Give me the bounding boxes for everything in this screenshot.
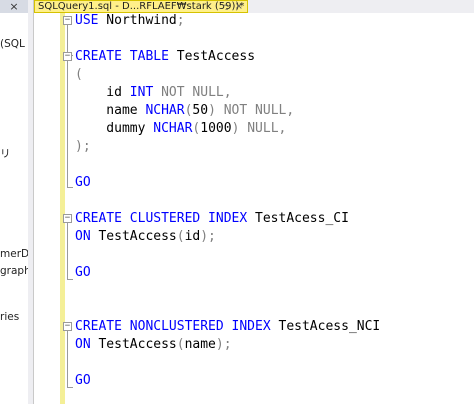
code-token: GO <box>75 373 91 388</box>
code-token: ( <box>176 229 185 244</box>
code-token: CREATE TABLE <box>75 49 169 64</box>
code-line[interactable]: USE Northwind; <box>75 12 185 30</box>
code-token: NOT NULL, <box>161 85 232 100</box>
outline-line <box>67 223 68 279</box>
code-line[interactable]: ( <box>75 66 83 84</box>
code-token: ( <box>75 67 83 82</box>
panel-close-icon[interactable]: × <box>0 0 28 13</box>
code-line[interactable]: CREATE NONCLUSTERED INDEX TestAcess_NCI <box>75 318 380 336</box>
collapse-icon[interactable]: − <box>63 214 72 223</box>
code-line[interactable]: GO <box>75 264 91 282</box>
code-token: GO <box>75 265 91 280</box>
close-tab-icon[interactable]: × <box>235 1 243 12</box>
code-token: id <box>184 229 201 244</box>
code-line[interactable]: ); <box>75 138 91 156</box>
code-token: NULL, <box>247 121 287 136</box>
tab-title: SQLQuery1.sql - D...RFLAEF₩stark (59))* <box>38 1 245 12</box>
code-line[interactable]: CREATE TABLE TestAccess <box>75 48 255 66</box>
code-line[interactable]: name NCHAR(50) NOT NULL, <box>75 102 294 120</box>
code-token: GO <box>75 175 91 190</box>
code-line[interactable]: ON TestAccess(id); <box>75 228 216 246</box>
code-token: TestAcess_NCI <box>270 319 381 334</box>
tree-item[interactable]: merDe <box>0 248 28 260</box>
code-token: Northwind <box>98 13 177 28</box>
code-line[interactable]: CREATE CLUSTERED INDEX TestAcess_CI <box>75 210 349 228</box>
code-token: ( <box>176 337 185 352</box>
code-line[interactable]: ON TestAccess(name); <box>75 336 232 354</box>
tree-item[interactable]: graph <box>0 265 28 277</box>
code-line[interactable]: dummy NCHAR(1000) NULL, <box>75 120 286 138</box>
code-token: INT <box>129 85 154 100</box>
code-token: CREATE NONCLUSTERED INDEX <box>75 319 271 334</box>
collapse-icon[interactable]: − <box>63 322 72 331</box>
code-token: USE <box>75 13 99 28</box>
code-token: name <box>75 103 146 118</box>
tree-item[interactable]: リ <box>0 146 11 161</box>
code-token: ); <box>75 139 91 154</box>
code-line[interactable]: GO <box>75 174 91 192</box>
code-token: TestAccess <box>90 229 177 244</box>
outline-end <box>67 187 73 188</box>
code-token: ON <box>75 337 91 352</box>
code-token: TestAcess_CI <box>247 211 349 226</box>
outline-line <box>67 331 68 387</box>
code-token: NOT NULL, <box>223 103 295 118</box>
pin-icon[interactable]: −̱ <box>221 1 229 12</box>
outline-line <box>67 61 68 187</box>
code-token: id <box>75 85 130 100</box>
code-token: dummy <box>75 121 154 136</box>
code-token: ; <box>176 13 185 28</box>
code-line[interactable]: id INT NOT NULL, <box>75 84 232 102</box>
code-token: ); <box>215 337 232 352</box>
outline-end <box>67 387 73 388</box>
outline-end <box>67 279 73 280</box>
object-explorer-panel: × (SQL リ merDe graph ries <box>0 0 29 404</box>
code-token: 1000 <box>200 121 232 136</box>
code-token: NCHAR <box>145 103 185 118</box>
tree-item[interactable]: ries <box>0 311 19 323</box>
code-token: ) <box>208 103 216 118</box>
code-token: name <box>184 337 216 352</box>
collapse-icon[interactable]: − <box>63 52 72 61</box>
code-token: ); <box>200 229 216 244</box>
tree-item[interactable]: (SQL <box>0 38 25 50</box>
code-token: 50 <box>192 103 209 118</box>
code-token: TestAccess <box>168 49 256 64</box>
collapse-icon[interactable]: − <box>63 16 72 25</box>
code-token: NCHAR <box>153 121 193 136</box>
code-token: CREATE CLUSTERED INDEX <box>75 211 248 226</box>
change-tracking-bar <box>60 13 65 404</box>
code-token: TestAccess <box>90 337 177 352</box>
code-line[interactable]: GO <box>75 372 91 390</box>
code-token: ON <box>75 229 91 244</box>
